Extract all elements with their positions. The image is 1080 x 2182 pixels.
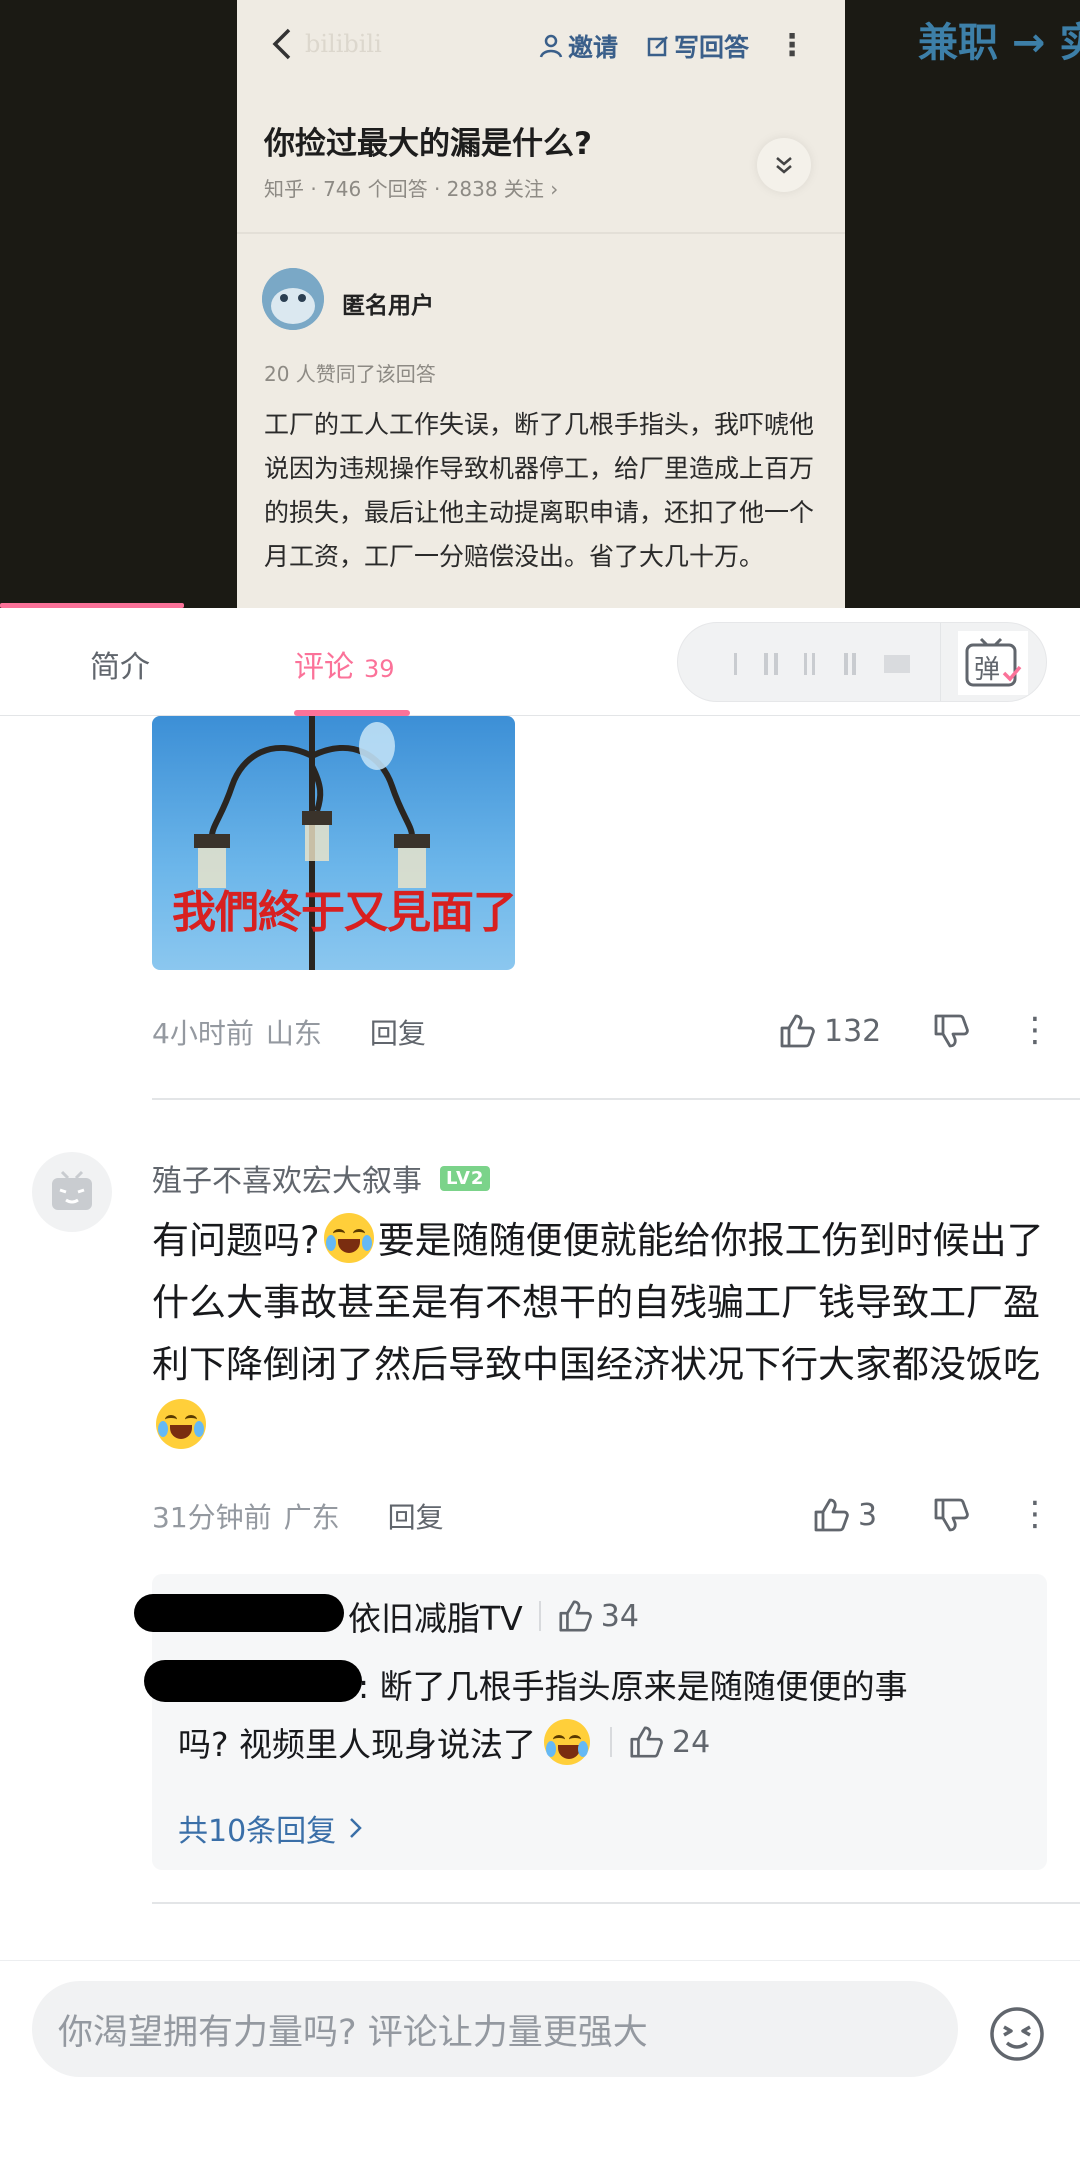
tab-intro[interactable]: 简介 [90, 642, 150, 686]
divider [152, 1902, 1080, 1904]
comment-input-bar: 你渴望拥有力量吗? 评论让力量更强大 [0, 1960, 1080, 2182]
chevron-right-icon [350, 1818, 362, 1838]
tab-bar: 简介 评论 39 弹 [0, 608, 1080, 716]
laugh-cry-emoji-icon [156, 1399, 206, 1449]
laugh-cry-emoji-icon [544, 1719, 591, 1765]
thumbs-up-icon [630, 1726, 663, 1758]
chevron-double-down-icon [757, 138, 811, 192]
danmaku-toggle-label: 弹 [974, 655, 1001, 685]
emoji-picker-icon[interactable] [988, 2005, 1046, 2063]
anonymous-avatar [262, 268, 324, 330]
comment2-author[interactable]: 殖子不喜欢宏大叙事 LV2 [152, 1156, 491, 1200]
more-vertical-icon: ⋮ [777, 28, 807, 63]
invite-icon [539, 34, 563, 58]
thumbs-up-icon [559, 1600, 592, 1632]
edit-icon [647, 36, 668, 57]
answer-username: 匿名用户 [342, 293, 434, 319]
comment2-text-part1: 有问题吗? [152, 1219, 320, 1262]
comment1-like-button[interactable]: 132 [778, 1012, 881, 1050]
video-player[interactable]: bilibili 邀请 写回答 ⋮ 你捡过最大的漏是什么? 知乎 · 746 个… [0, 0, 1080, 608]
divider [940, 623, 941, 701]
answer-likes: 20 人赞同了该回答 [264, 362, 436, 386]
view-all-replies-label: 共10条回复 [178, 1814, 337, 1849]
sub-replies-box[interactable]: 依旧减脂TV 34 : 断了几根手指头原来是随随便便的事 吗? 视频里人现身说法… [134, 1574, 1047, 1870]
sub-reply-2-like[interactable]: 24 [610, 1724, 711, 1760]
answer-body: 工厂的工人工作失误，断了几根手指头，我吓唬他说因为违规操作导致机器停工，给厂里造… [264, 410, 815, 571]
danmaku-toggle-button[interactable]: 弹 [958, 631, 1028, 695]
video-question-actions: 邀请 写回答 ⋮ [538, 28, 807, 64]
comment2-more-icon[interactable]: ⋮ [1018, 1494, 1052, 1534]
video-side-text: 兼职 → 实 [918, 20, 1080, 66]
sub-reply-1: 依旧减脂TV 34 [348, 1592, 639, 1640]
comment2-like-button[interactable]: 3 [812, 1496, 877, 1534]
back-arrow-icon [267, 26, 297, 62]
sub-reply-2-line2: 吗? 视频里人现身说法了 24 [178, 1718, 710, 1766]
danmaku-input[interactable] [734, 647, 954, 679]
tab-comments-label: 评论 [294, 650, 354, 685]
divider [152, 1098, 1080, 1100]
danmaku-bar: 弹 [677, 622, 1047, 702]
thumbs-down-icon [934, 1014, 969, 1048]
comment1-more-icon[interactable]: ⋮ [1018, 1010, 1052, 1050]
comment2-location: 广东 [283, 1501, 340, 1534]
sub-reply-2-text: 吗? 视频里人现身说法了 [178, 1725, 537, 1764]
invite-action: 邀请 [538, 28, 618, 64]
laugh-cry-emoji-icon [323, 1213, 374, 1263]
comment1-dislike-button[interactable] [932, 1012, 970, 1050]
avatar[interactable] [32, 1152, 112, 1232]
question-meta: 知乎 · 746 个回答 · 2838 关注 › [264, 177, 559, 201]
comment-input[interactable]: 你渴望拥有力量吗? 评论让力量更强大 [32, 1981, 958, 2077]
comment1-like-count: 132 [824, 1013, 882, 1049]
comment1-time: 4小时前 [152, 1017, 254, 1050]
thumbs-down-icon [934, 1498, 969, 1532]
comment2-time: 31分钟前 [152, 1501, 272, 1534]
comments-count: 39 [364, 655, 395, 683]
comment2-like-count: 3 [858, 1497, 878, 1533]
view-all-replies-link[interactable]: 共10条回复 [178, 1806, 364, 1850]
meme-caption: 我們終于又見面了 [172, 887, 515, 938]
bilibili-watermark: bilibili [305, 30, 382, 58]
comment2-body: 有问题吗? 要是随随便便就能给你报工伤到时候出了什么大事故甚至是有不想干的自残骗工… [152, 1210, 1052, 1458]
sub-reply-1-text: 依旧减脂TV [348, 1599, 523, 1638]
default-tv-avatar-icon [52, 1170, 92, 1210]
comment1-meta: 4小时前 山东 回复 [152, 1012, 426, 1052]
comment1-reply-button[interactable]: 回复 [370, 1012, 426, 1052]
redacted-username [144, 1660, 362, 1702]
thumbs-up-icon [814, 1498, 849, 1532]
tab-comments[interactable]: 评论 39 [294, 642, 395, 686]
sub-reply-2-like-count: 24 [672, 1724, 711, 1760]
comment2-username[interactable]: 殖子不喜欢宏大叙事 [152, 1156, 422, 1200]
comment1-location: 山东 [265, 1017, 322, 1050]
divider [237, 232, 845, 234]
video-frame-content: bilibili 邀请 写回答 ⋮ 你捡过最大的漏是什么? 知乎 · 746 个… [237, 0, 845, 608]
level-badge: LV2 [440, 1165, 491, 1191]
comment2-dislike-button[interactable] [932, 1496, 970, 1534]
thumbs-up-icon [780, 1014, 815, 1048]
comment2-meta: 31分钟前 广东 回复 [152, 1496, 444, 1536]
tab-intro-label: 简介 [90, 650, 150, 685]
sub-reply-1-like-count: 34 [600, 1598, 639, 1634]
redacted-username [134, 1594, 344, 1632]
sub-reply-1-like[interactable]: 34 [538, 1598, 639, 1634]
question-title: 你捡过最大的漏是什么? [264, 126, 592, 162]
comment2-reply-button[interactable]: 回复 [388, 1496, 444, 1536]
sub-reply-2-line1: : 断了几根手指头原来是随随便便的事 [358, 1667, 908, 1706]
write-answer-action: 写回答 [646, 28, 749, 64]
comment-image[interactable]: 我們終于又見面了 [152, 716, 515, 970]
